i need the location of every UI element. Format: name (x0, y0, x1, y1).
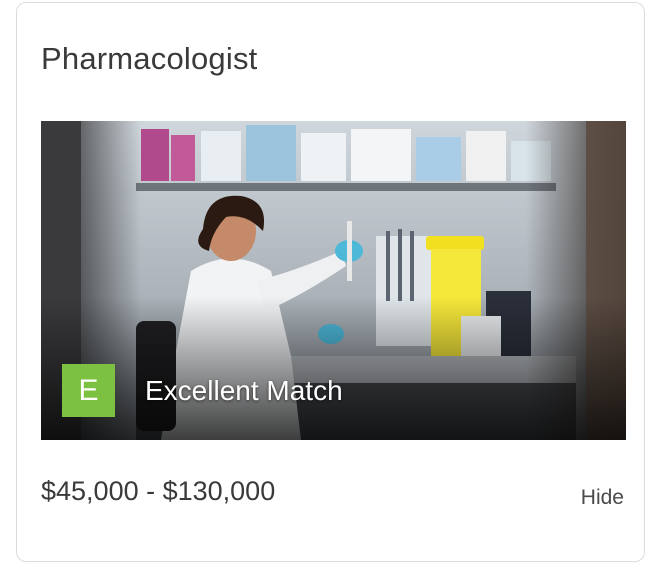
hide-button[interactable]: Hide (581, 486, 624, 510)
match-grade-badge: E (62, 364, 115, 417)
career-photo[interactable]: E Excellent Match (41, 121, 626, 440)
match-indicator: E Excellent Match (62, 364, 343, 417)
salary-range: $45,000 - $130,000 (41, 476, 276, 506)
career-card[interactable]: Pharmacologist E Excellent Match $45,000… (16, 2, 645, 562)
match-label: Excellent Match (145, 374, 343, 406)
career-title[interactable]: Pharmacologist (41, 41, 257, 77)
